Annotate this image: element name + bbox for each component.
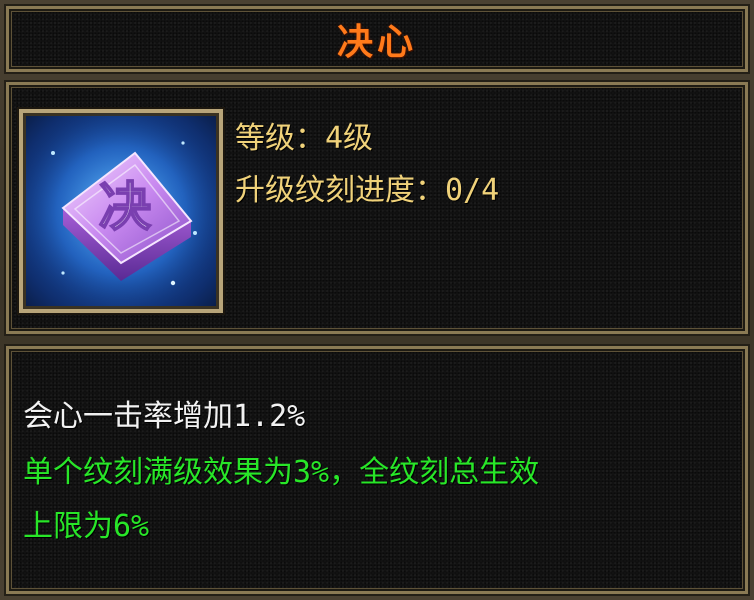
rune-title: 决心: [336, 21, 417, 63]
note-text-line2: 上限为6%: [23, 509, 150, 544]
title-bar: 决心: [6, 6, 748, 72]
rune-tooltip: 决心 决 等级：4级 升级纹刻进度：0/4 会心一击率增加1.2% 单个纹刻满级…: [0, 0, 754, 600]
level-value: 4级: [325, 121, 374, 156]
rune-icon-frame: 决: [19, 109, 223, 313]
progress-label: 升级纹刻进度：: [235, 173, 445, 208]
note-text-line1: 单个纹刻满级效果为3%，全纹刻总生效: [23, 455, 540, 490]
effect-text: 会心一击率增加1.2%: [23, 399, 306, 434]
rune-glyph: 决: [99, 177, 151, 238]
level-label: 等级：: [235, 121, 325, 156]
progress-value: 0/4: [445, 173, 500, 208]
jue-rune-icon: 决: [23, 113, 219, 309]
info-panel: 决 等级：4级 升级纹刻进度：0/4: [6, 82, 748, 334]
progress-line: 升级纹刻进度：0/4: [235, 165, 499, 209]
level-line: 等级：4级: [235, 113, 373, 157]
description-panel: 会心一击率增加1.2% 单个纹刻满级效果为3%，全纹刻总生效 上限为6%: [6, 346, 748, 594]
